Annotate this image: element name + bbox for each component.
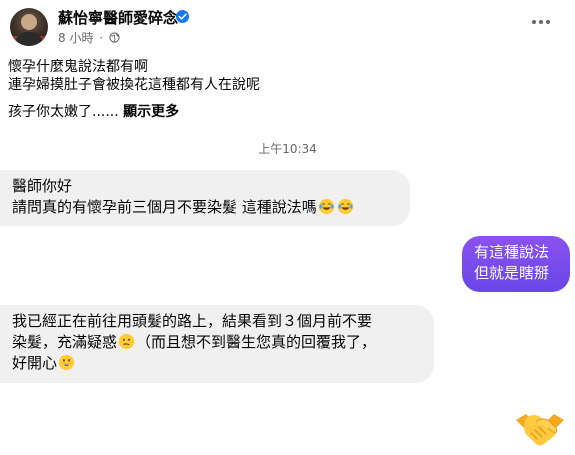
message-line: 請問真的有懷孕前三個月不要染髮 這種說法嗎 — [12, 198, 317, 216]
see-more-link[interactable]: 顯示更多 — [123, 104, 179, 120]
post-line-last: 孩子你太嫩了...... 顯示更多 — [8, 103, 568, 121]
more-dot-icon — [532, 20, 536, 24]
message-line: 醫師你好 — [12, 177, 73, 195]
laughing-tears-emoji-icon — [337, 198, 353, 215]
message-line: 好開心 — [12, 354, 58, 372]
message-timestamp: 上午10:34 — [258, 142, 317, 156]
post-line: 懷孕什麼鬼說法都有啊 — [8, 59, 148, 75]
message-line-with-emoji: 好開心 — [12, 353, 422, 374]
outgoing-message[interactable]: 有這種說法 但就是瞎掰 — [462, 236, 570, 292]
verified-badge-icon — [176, 10, 189, 23]
author-name[interactable]: 蘇怡寧醫師愛碎念 — [58, 7, 178, 28]
post-text: 懷孕什麼鬼說法都有啊 連孕婦摸肚子會被換花這種都有人在說呢 孩子你太嫩了....… — [8, 58, 568, 121]
message-line-with-emoji: 請問真的有懷孕前三個月不要染髮 這種說法嗎 — [12, 197, 398, 218]
message-line: 有這種說法 — [474, 243, 550, 261]
message-line: 我已經正在前往用頭髮的路上，結果看到３個月前不要 — [12, 312, 373, 330]
laughing-tears-emoji-icon — [318, 198, 334, 215]
avatar[interactable] — [10, 8, 48, 46]
chat-screenshot: 上午10:34 醫師你好 請問真的有懷孕前三個月不要染髮 這種說法嗎 有這種說法… — [0, 138, 575, 455]
grinning-emoji-icon — [58, 354, 75, 371]
incoming-message[interactable]: 我已經正在前往用頭髮的路上，結果看到３個月前不要 染髮，充滿疑惑 （而且想不到醫… — [0, 305, 434, 383]
post-meta: 8 小時 · — [58, 29, 120, 46]
post-line: 孩子你太嫩了...... — [8, 104, 119, 120]
post-header: 蘇怡寧醫師愛碎念 8 小時 · 懷孕什麼鬼說法都有啊 連孕婦摸肚子會被換花這種都… — [0, 0, 575, 138]
more-options-button[interactable] — [526, 10, 556, 34]
confused-emoji-icon — [118, 333, 135, 350]
post-line: 連孕婦摸肚子會被換花這種都有人在說呢 — [8, 77, 260, 93]
message-line-with-emoji: 染髮，充滿疑惑 （而且想不到醫生您真的回覆我了， — [12, 332, 422, 353]
post-time[interactable]: 8 小時 — [58, 31, 93, 45]
message-line: 但就是瞎掰 — [474, 264, 550, 282]
more-dot-icon — [539, 20, 543, 24]
meta-separator: · — [99, 31, 104, 45]
message-line: （而且想不到醫生您真的回覆我了， — [136, 333, 377, 351]
message-line: 染髮，充滿疑惑 — [12, 333, 118, 351]
more-dot-icon — [546, 20, 550, 24]
handshake-emoji-icon[interactable] — [514, 406, 566, 450]
incoming-message[interactable]: 醫師你好 請問真的有懷孕前三個月不要染髮 這種說法嗎 — [0, 170, 410, 226]
globe-icon — [109, 32, 120, 43]
